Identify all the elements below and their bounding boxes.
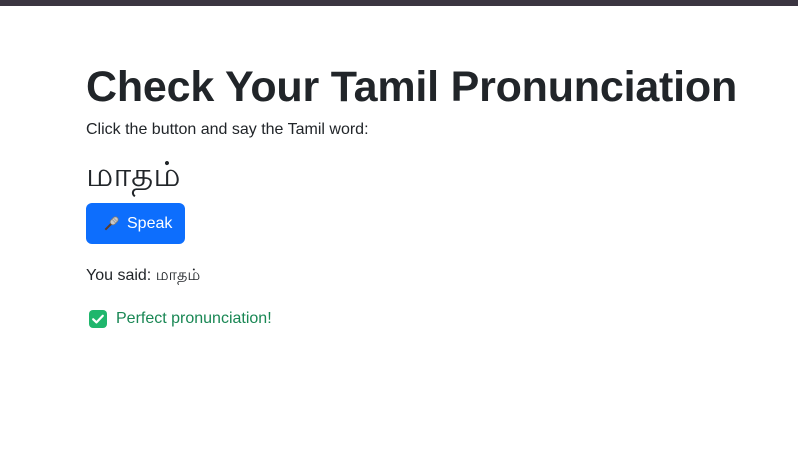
main-content: Check Your Tamil Pronunciation Click the… — [86, 58, 766, 330]
feedback-message: Perfect pronunciation! — [86, 308, 766, 330]
speak-button-label: Speak — [127, 214, 173, 232]
page-title: Check Your Tamil Pronunciation — [86, 63, 738, 111]
instruction-text: Click the button and say the Tamil word: — [86, 121, 369, 138]
feedback-text: Perfect pronunciation! — [116, 310, 272, 327]
microphone-icon — [101, 214, 121, 234]
browser-top-bar — [0, 0, 798, 6]
recognized-word: மாதம் — [155, 265, 201, 284]
recognized-result: You said: மாதம் — [86, 264, 766, 287]
check-mark-icon — [89, 310, 107, 328]
target-word: மாதம் — [86, 155, 181, 195]
result-prefix: You said: — [86, 267, 152, 284]
speak-button[interactable]: Speak — [86, 203, 186, 244]
